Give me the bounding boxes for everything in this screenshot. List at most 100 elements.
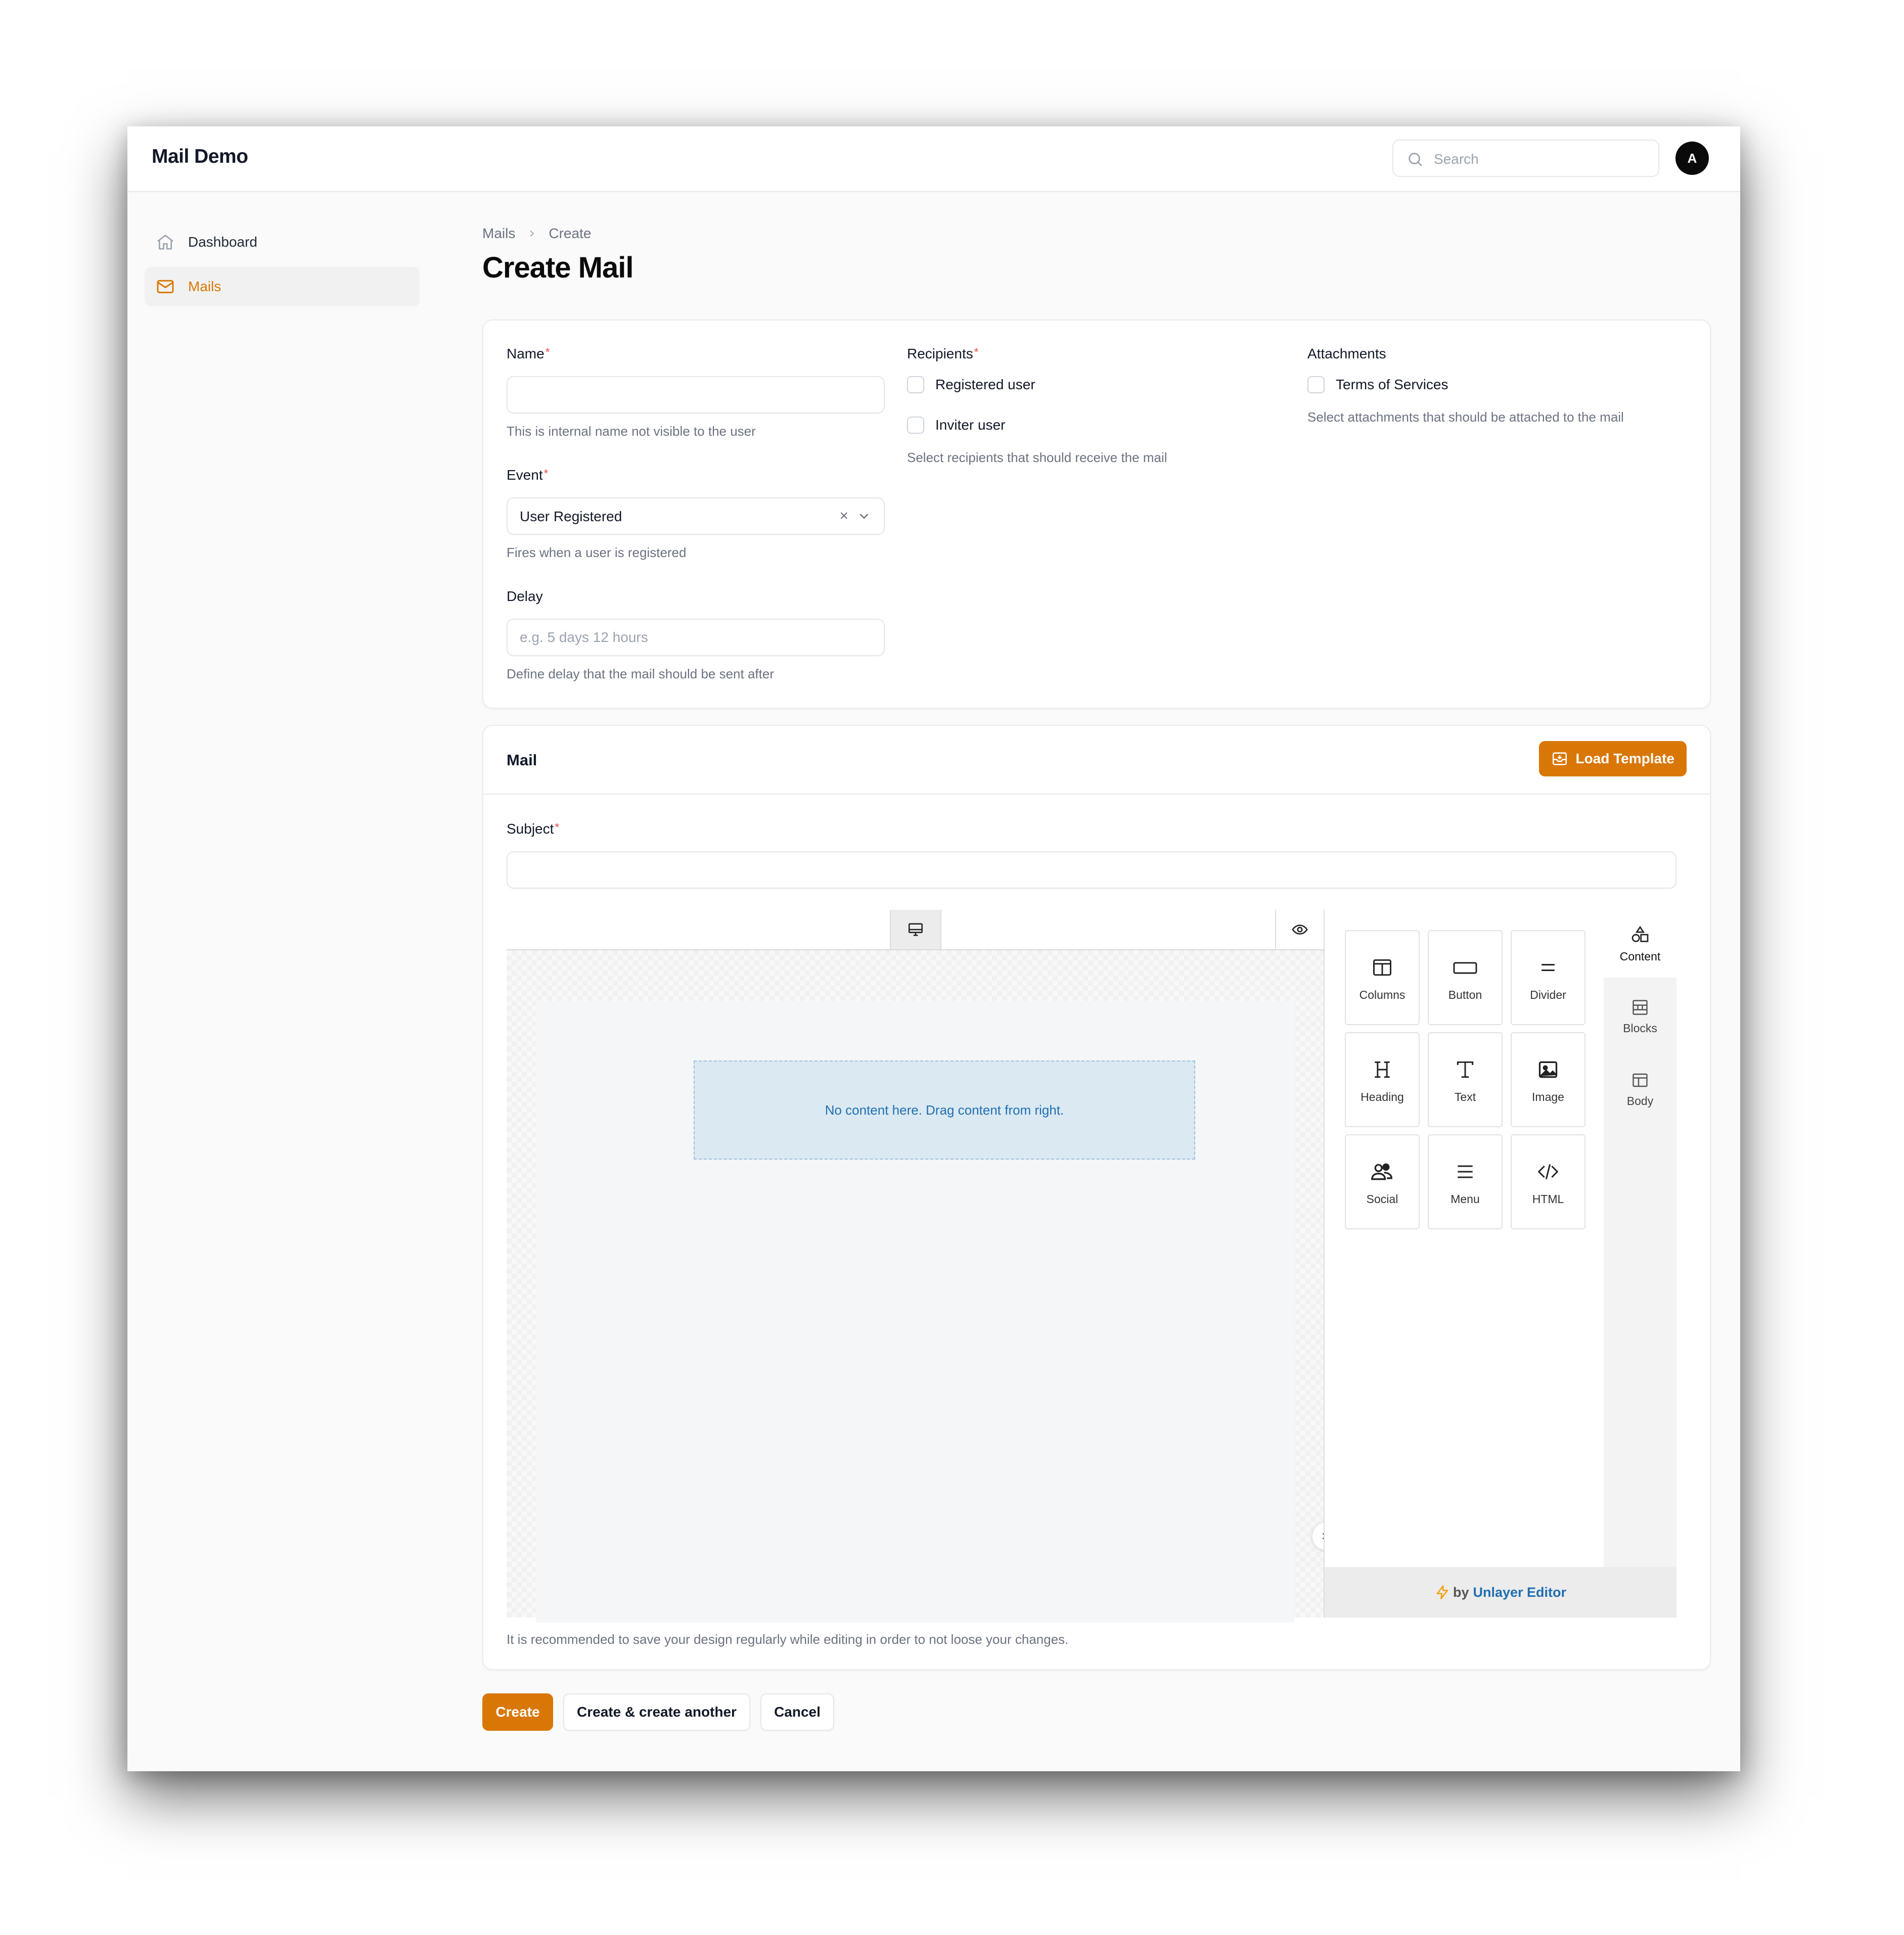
- recipients-label: Recipients*: [907, 346, 979, 361]
- inbox-download-icon: [1553, 752, 1567, 765]
- search-icon: [1409, 153, 1422, 166]
- tile-label: Divider: [1530, 988, 1566, 1001]
- tile-text[interactable]: Text: [1428, 1032, 1503, 1127]
- email-editor: No content here. Drag content from right…: [507, 910, 1676, 1623]
- tile-label: Button: [1448, 988, 1482, 1001]
- attachments-label: Attachments: [1307, 346, 1386, 361]
- event-helper: Fires when a user is registered: [507, 545, 687, 560]
- recipients-helper: Select recipients that should receive th…: [907, 450, 1167, 465]
- search-input[interactable]: [1433, 148, 1647, 171]
- tile-label: Text: [1454, 1090, 1476, 1103]
- blocks-icon: [1633, 999, 1648, 1015]
- recipient-option-inviter-user[interactable]: Inviter user: [907, 417, 1006, 434]
- tile-label: Columns: [1359, 988, 1406, 1001]
- checkbox-label: Inviter user: [935, 417, 1006, 433]
- empty-dropzone[interactable]: No content here. Drag content from right…: [694, 1061, 1195, 1160]
- tile-html[interactable]: HTML: [1511, 1134, 1585, 1229]
- subject-field[interactable]: [507, 851, 1676, 889]
- checkbox-label: Terms of Services: [1336, 377, 1448, 392]
- editor-canvas: No content here. Drag content from right…: [507, 910, 1324, 1623]
- home-icon: [154, 231, 177, 254]
- tab-label: Content: [1619, 949, 1661, 963]
- html-icon: [1536, 1158, 1560, 1185]
- name-label: Name*: [507, 346, 550, 361]
- attachment-option-terms-of-services[interactable]: Terms of Services: [1307, 376, 1448, 393]
- sidebar-item-label: Mails: [188, 279, 221, 294]
- event-select[interactable]: User Registered ×: [507, 497, 885, 535]
- sidebar-item-dashboard[interactable]: Dashboard: [145, 222, 420, 262]
- canvas-background: No content here. Drag content from right…: [507, 950, 1324, 1623]
- event-label: Event*: [507, 467, 549, 483]
- editor-branding: by Unlayer Editor: [1325, 1567, 1676, 1618]
- attachments-helper: Select attachments that should be attach…: [1307, 409, 1624, 425]
- tab-label: Body: [1626, 1094, 1654, 1108]
- email-body[interactable]: No content here. Drag content from right…: [536, 1001, 1294, 1623]
- sidebar-item-mails[interactable]: Mails: [145, 267, 420, 306]
- name-helper: This is internal name not visible to the…: [507, 424, 756, 439]
- tile-label: Image: [1532, 1090, 1564, 1103]
- create-another-button[interactable]: Create & create another: [563, 1693, 750, 1731]
- breadcrumb-item-create: Create: [549, 225, 592, 241]
- unlayer-link[interactable]: Unlayer Editor: [1473, 1585, 1566, 1600]
- tab-body[interactable]: Body: [1604, 1055, 1676, 1123]
- checkbox-label: Registered user: [935, 377, 1035, 392]
- bolt-icon: [1436, 1585, 1448, 1599]
- top-bar: Mail Demo A: [127, 126, 1740, 192]
- name-input[interactable]: [508, 377, 884, 412]
- tile-label: Heading: [1361, 1090, 1404, 1103]
- body-icon: [1633, 1073, 1648, 1087]
- search-box[interactable]: [1392, 140, 1659, 177]
- text-icon: [1454, 1056, 1476, 1083]
- section-divider: [483, 794, 1710, 795]
- tile-label: Menu: [1450, 1192, 1480, 1206]
- create-button[interactable]: Create: [482, 1693, 553, 1731]
- delay-helper: Define delay that the mail should be sen…: [507, 666, 774, 681]
- tile-social[interactable]: Social: [1345, 1134, 1420, 1229]
- breadcrumb: Mails Create: [482, 225, 591, 242]
- save-note: It is recommended to save your design re…: [507, 1632, 1069, 1647]
- tab-blocks[interactable]: Blocks: [1604, 983, 1676, 1050]
- eye-icon: [1292, 925, 1308, 935]
- tile-image[interactable]: Image: [1511, 1032, 1585, 1127]
- subject-input[interactable]: [508, 852, 1675, 888]
- monitor-icon: [908, 923, 923, 936]
- breadcrumb-item-mails[interactable]: Mails: [482, 225, 515, 242]
- recipient-option-registered-user[interactable]: Registered user: [907, 376, 1035, 393]
- tile-menu[interactable]: Menu: [1428, 1134, 1503, 1229]
- tile-button[interactable]: Button: [1428, 930, 1503, 1025]
- app-title: Mail Demo: [152, 146, 248, 167]
- image-icon: [1537, 1056, 1559, 1083]
- tools-panel: Columns Button Divider Heading Text Imag…: [1324, 910, 1676, 1618]
- load-template-label: Load Template: [1575, 751, 1674, 766]
- delay-input[interactable]: [508, 620, 884, 655]
- editor-toolbar: [507, 910, 1324, 950]
- chevron-down-icon[interactable]: [856, 509, 872, 526]
- tile-heading[interactable]: Heading: [1345, 1032, 1420, 1127]
- mail-icon: [154, 275, 177, 298]
- desktop-view-button[interactable]: [890, 910, 941, 949]
- tile-label: Social: [1366, 1192, 1398, 1206]
- tile-divider[interactable]: Divider: [1511, 930, 1585, 1025]
- checkbox[interactable]: [907, 417, 924, 434]
- name-field[interactable]: [507, 376, 885, 413]
- heading-icon: [1371, 1056, 1393, 1083]
- delay-field[interactable]: [507, 619, 885, 656]
- delay-label: Delay: [507, 588, 543, 604]
- checkbox[interactable]: [1307, 376, 1325, 393]
- tile-columns[interactable]: Columns: [1345, 930, 1420, 1025]
- preview-button[interactable]: [1275, 910, 1324, 949]
- tile-label: HTML: [1532, 1192, 1564, 1206]
- cancel-button[interactable]: Cancel: [760, 1693, 834, 1731]
- chevron-right-icon: [526, 228, 537, 239]
- menu-icon: [1454, 1158, 1476, 1185]
- tab-label: Blocks: [1623, 1021, 1657, 1035]
- checkbox[interactable]: [907, 376, 924, 393]
- mail-section-title: Mail: [507, 751, 537, 769]
- user-avatar[interactable]: A: [1675, 142, 1709, 175]
- clear-icon[interactable]: ×: [839, 508, 848, 525]
- tab-content[interactable]: Content: [1604, 910, 1676, 978]
- divider-icon: [1537, 954, 1559, 981]
- button-icon: [1452, 954, 1478, 981]
- sidebar-item-label: Dashboard: [188, 234, 257, 250]
- load-template-button[interactable]: Load Template: [1539, 741, 1687, 776]
